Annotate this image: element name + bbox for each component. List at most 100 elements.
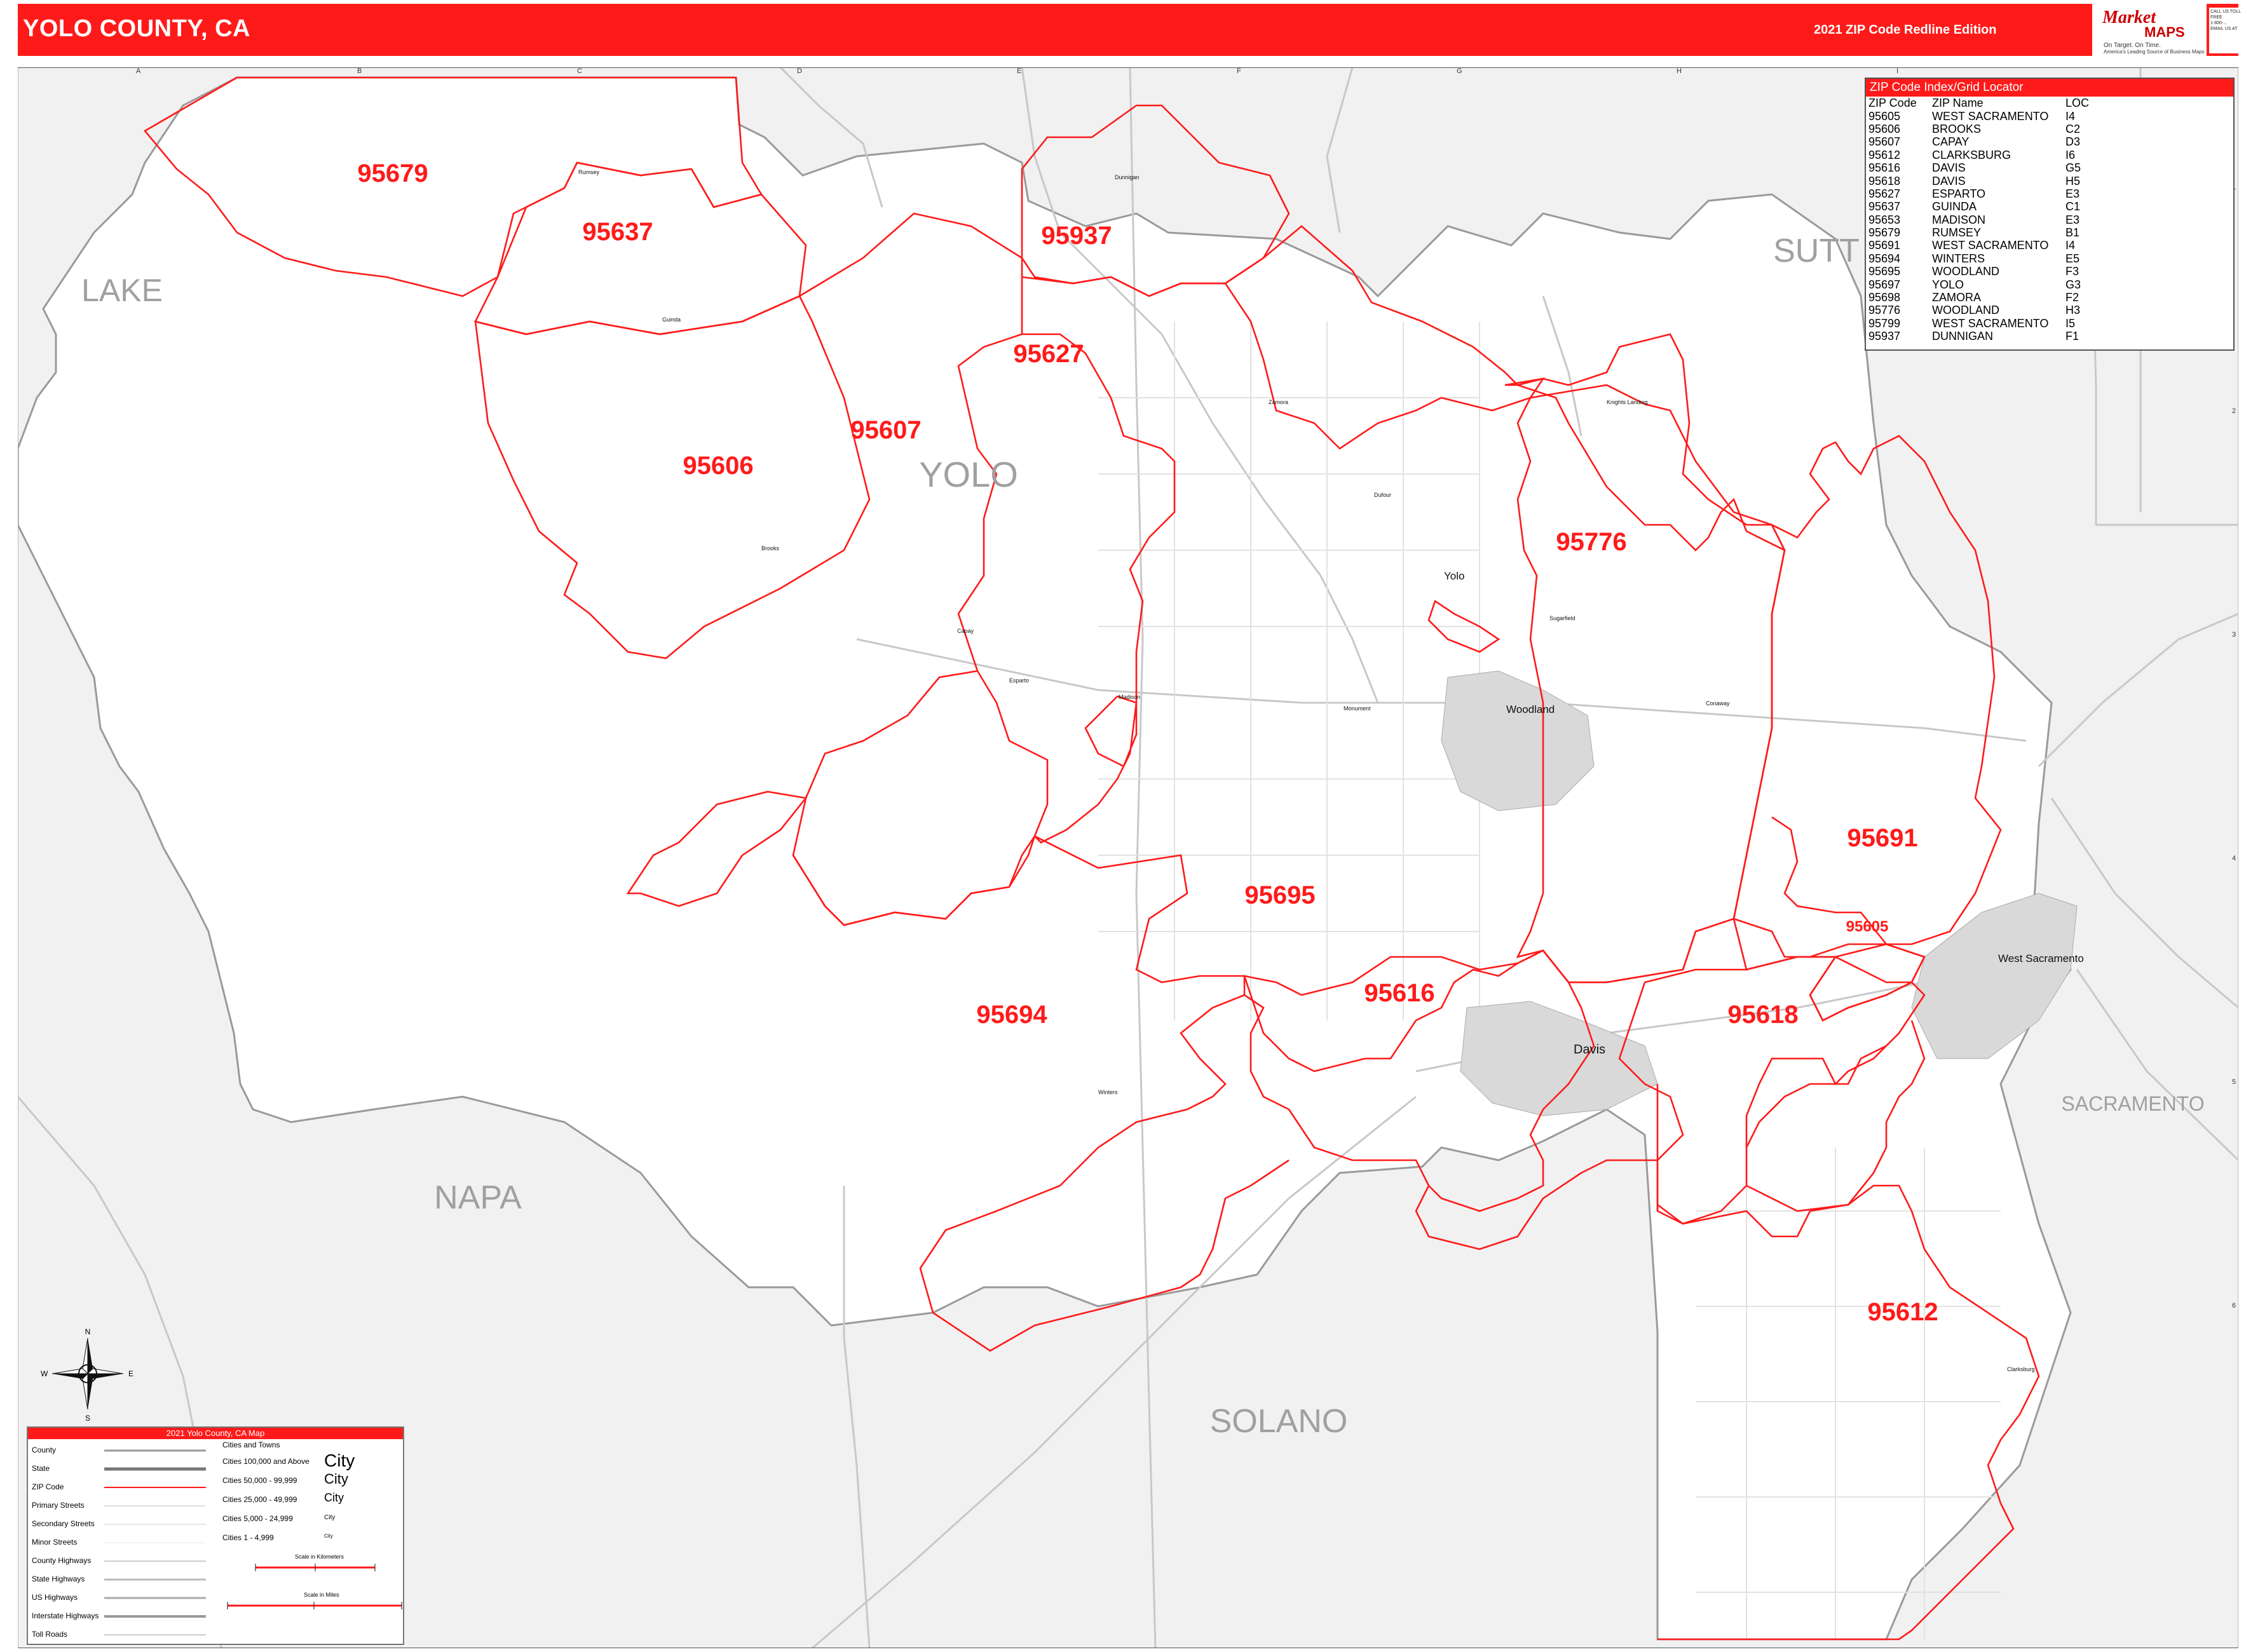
- legend-city-sample-5: City: [324, 1533, 333, 1539]
- table-row: 95607 CAPAY D3: [1868, 135, 2089, 148]
- table-row: 95799 WEST SACRAMENTO I5: [1868, 317, 2089, 330]
- legend-title: 2021 Yolo County, CA Map: [28, 1428, 403, 1439]
- zip-name-cell: WEST SACRAMENTO: [1932, 239, 2049, 252]
- scale-bar-km: [255, 1564, 376, 1571]
- zip-loc-cell: I4: [2066, 109, 2076, 123]
- edition-label: 2021 ZIP Code Redline Edition: [1814, 23, 1997, 37]
- table-row: 95612 CLARKSBURG I6: [1868, 149, 2089, 161]
- zip-name-cell: BROOKS: [1932, 122, 1982, 135]
- contact-line-3: EMAIL US AT: [2210, 27, 2238, 31]
- zip-label-95691: 95691: [1847, 824, 1917, 852]
- legend-city-size-1: Cities 100,000 and Above: [222, 1457, 310, 1466]
- town-capay: Capay: [957, 628, 974, 634]
- legend-item-secondary-streets: Secondary Streets: [32, 1519, 95, 1528]
- legend-city-sample-4: City: [324, 1514, 336, 1521]
- legend-line-samples: [104, 1449, 206, 1635]
- table-row: 95616 DAVIS G5: [1868, 161, 2089, 174]
- zip-loc-cell: G3: [2066, 278, 2081, 291]
- town-madison: Madison: [1119, 694, 1140, 700]
- legend-item-primary-streets: Primary Streets: [32, 1501, 85, 1510]
- legend-scale-km: Scale in Kilometers: [295, 1554, 344, 1560]
- zip-loc-cell: H5: [2066, 174, 2081, 187]
- legend-city-sample-3: City: [324, 1491, 344, 1504]
- zip-cell: 95653: [1868, 213, 1901, 226]
- contact-box: CALL US TOLL FREE 1-800-... EMAIL US AT: [2209, 8, 2246, 53]
- zip-name-cell: YOLO: [1932, 278, 1964, 291]
- zip-loc-cell: F3: [2066, 265, 2079, 278]
- table-row: 95606 BROOKS C2: [1868, 123, 2089, 135]
- legend-item-minor-streets: Minor Streets: [32, 1538, 78, 1547]
- town-winters: Winters: [1098, 1089, 1118, 1095]
- town-west-sacramento: West Sacramento: [1998, 952, 2084, 965]
- map-legend: 2021 Yolo County, CA Map County State ZI…: [27, 1426, 404, 1645]
- contact-line-2: 1-800-...: [2210, 21, 2228, 25]
- zip-name-cell: WINTERS: [1932, 252, 1985, 265]
- zip-name-cell: ZAMORA: [1932, 291, 1982, 304]
- zip-cell: 95606: [1868, 122, 1901, 135]
- zip-loc-cell: I4: [2066, 239, 2076, 252]
- grid-col-h: H: [1677, 67, 1682, 75]
- zip-loc-cell: F1: [2066, 330, 2079, 343]
- zip-label-95607: 95607: [850, 416, 921, 444]
- zip-index-col-zip: ZIP Code: [1868, 97, 1917, 110]
- zip-cell: 95799: [1868, 316, 1901, 330]
- zip-code-index: ZIP Code Index/Grid Locator ZIP Code ZIP…: [1865, 78, 2235, 351]
- scale-bar-mi: [227, 1602, 402, 1609]
- county-label-sutter: SUTT: [1773, 233, 1860, 269]
- legend-item-toll-roads: Toll Roads: [32, 1630, 68, 1639]
- zip-name-cell: DAVIS: [1932, 161, 1966, 175]
- grid-col-g: G: [1457, 67, 1462, 75]
- zip-cell: 95612: [1868, 148, 1901, 161]
- legend-city-size-5: Cities 1 - 4,999: [222, 1533, 274, 1542]
- zip-name-cell: CLARKSBURG: [1932, 148, 2011, 161]
- table-row: 95691 WEST SACRAMENTO I4: [1868, 239, 2089, 252]
- grid-col-i: I: [1896, 67, 1898, 75]
- town-woodland: Woodland: [1506, 703, 1555, 715]
- grid-row-4: 4: [2232, 855, 2236, 862]
- county-label-sacramento: SACRAMENTO: [2061, 1092, 2204, 1115]
- zip-label-95776: 95776: [1556, 528, 1626, 556]
- zip-cell: 95618: [1868, 174, 1901, 187]
- legend-cities-title: Cities and Towns: [222, 1440, 280, 1449]
- compass-n: N: [85, 1327, 91, 1336]
- zip-label-95605: 95605: [1846, 918, 1889, 935]
- table-row: 95618 DAVIS H5: [1868, 174, 2089, 187]
- zip-index-col-loc: LOC: [2066, 97, 2090, 110]
- grid-row-3: 3: [2232, 631, 2236, 639]
- zip-cell: 95605: [1868, 109, 1901, 123]
- zip-cell: 95698: [1868, 291, 1901, 304]
- town-sugarfield: Sugarfield: [1549, 615, 1576, 621]
- zip-loc-cell: E3: [2066, 213, 2080, 226]
- table-row: 95776 WOODLAND H3: [1868, 304, 2089, 316]
- zip-cell: 95607: [1868, 135, 1901, 149]
- zip-loc-cell: E5: [2066, 252, 2080, 265]
- zip-label-95606: 95606: [683, 452, 753, 480]
- zip-loc-cell: F2: [2066, 291, 2079, 304]
- zip-index-title: ZIP Code Index/Grid Locator: [1866, 79, 2233, 97]
- town-knights-landing: Knights Landing: [1607, 399, 1648, 405]
- town-rumsey: Rumsey: [578, 169, 600, 175]
- legend-city-sample-2: City: [324, 1471, 348, 1487]
- town-yolo: Yolo: [1444, 570, 1464, 582]
- table-row: 95695 WOODLAND F3: [1868, 265, 2089, 278]
- legend-city-size-4: Cities 5,000 - 24,999: [222, 1514, 293, 1523]
- zip-label-95627: 95627: [1013, 340, 1084, 368]
- market-maps-logo: Market MAPS On Target. On Time. America'…: [2092, 4, 2207, 56]
- grid-col-c: C: [577, 67, 582, 75]
- legend-city-size-2: Cities 50,000 - 99,999: [222, 1476, 297, 1485]
- zip-cell: 95679: [1868, 226, 1901, 240]
- town-zamora: Zamora: [1269, 399, 1288, 405]
- zip-loc-cell: I6: [2066, 148, 2076, 161]
- zip-loc-cell: B1: [2066, 226, 2080, 240]
- zip-cell: 95695: [1868, 265, 1901, 278]
- county-label-lake: LAKE: [81, 273, 163, 308]
- zip-label-95695: 95695: [1244, 881, 1315, 909]
- table-row: 95937 DUNNIGAN F1: [1868, 330, 2089, 342]
- logo-tagline: On Target. On Time.: [2104, 42, 2161, 49]
- contact-line-1: CALL US TOLL FREE: [2210, 10, 2241, 20]
- zip-index-header-row: ZIP Code ZIP Name LOC: [1868, 97, 2089, 109]
- zip-loc-cell: H3: [2066, 304, 2081, 317]
- zip-name-cell: DAVIS: [1932, 174, 1966, 187]
- town-monument: Monument: [1344, 705, 1371, 712]
- town-brooks: Brooks: [761, 545, 780, 552]
